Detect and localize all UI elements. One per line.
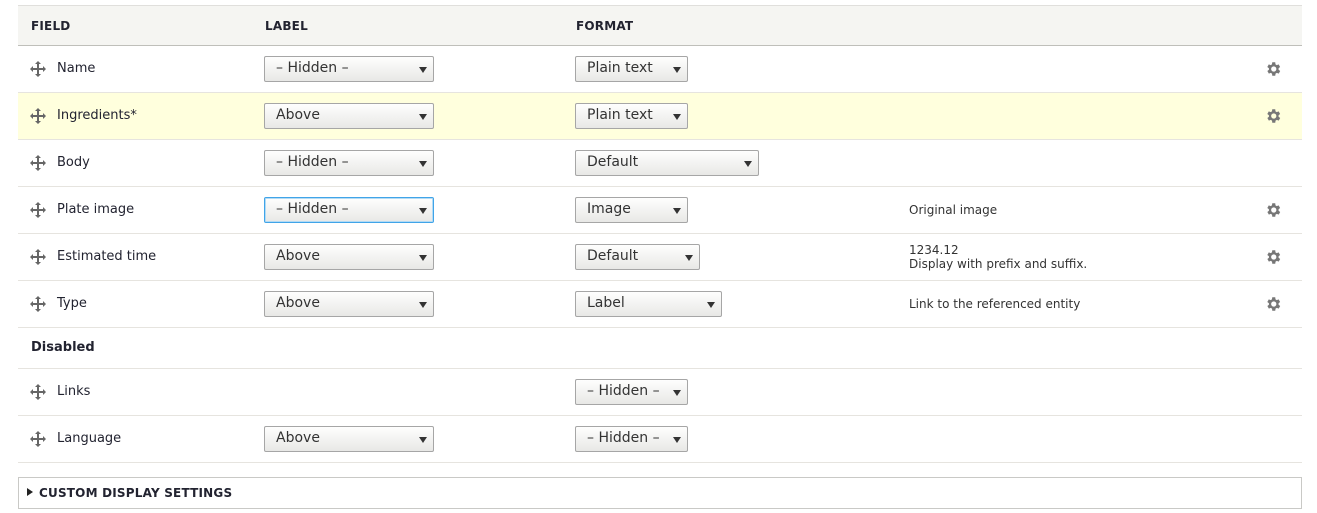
- field-name: Type: [57, 296, 87, 311]
- table-row: Estimated time Above Default 1234.12 Dis…: [18, 234, 1302, 281]
- drag-handle-icon[interactable]: [30, 108, 46, 124]
- table-row: Language Above – Hidden –: [18, 416, 1302, 463]
- label-select[interactable]: Above: [264, 103, 434, 129]
- column-header-format: FORMAT: [576, 19, 634, 33]
- chevron-down-icon: [673, 67, 681, 73]
- chevron-down-icon: [419, 161, 427, 167]
- field-display-table: FIELD LABEL FORMAT Name – Hidden – Plain…: [18, 5, 1302, 463]
- custom-display-settings: CUSTOM DISPLAY SETTINGS: [18, 477, 1302, 509]
- table-row: Ingredients* Above Plain text: [18, 93, 1302, 140]
- chevron-down-icon: [419, 255, 427, 261]
- chevron-down-icon: [673, 208, 681, 214]
- field-name: Plate image: [57, 202, 135, 217]
- column-header-field: FIELD: [31, 19, 71, 33]
- label-select[interactable]: – Hidden –: [264, 197, 434, 223]
- drag-handle-icon[interactable]: [30, 296, 46, 312]
- format-select[interactable]: Default: [575, 150, 759, 176]
- field-name: Language: [57, 431, 122, 446]
- chevron-down-icon: [419, 208, 427, 214]
- format-select[interactable]: – Hidden –: [575, 379, 688, 405]
- field-name: Links: [57, 384, 91, 399]
- label-select[interactable]: Above: [264, 426, 434, 452]
- format-select[interactable]: Plain text: [575, 56, 688, 82]
- field-name: Estimated time: [57, 249, 157, 264]
- drag-handle-icon[interactable]: [30, 61, 46, 77]
- custom-display-settings-label: CUSTOM DISPLAY SETTINGS: [39, 486, 233, 500]
- drag-handle-icon[interactable]: [30, 155, 46, 171]
- chevron-down-icon: [419, 67, 427, 73]
- drag-handle-icon[interactable]: [30, 249, 46, 265]
- label-select[interactable]: – Hidden –: [264, 56, 434, 82]
- format-select[interactable]: Image: [575, 197, 688, 223]
- drag-handle-icon[interactable]: [30, 431, 46, 447]
- label-select[interactable]: Above: [264, 291, 434, 317]
- custom-display-settings-toggle[interactable]: CUSTOM DISPLAY SETTINGS: [27, 486, 232, 500]
- table-row: Plate image – Hidden – Image Original im…: [18, 187, 1302, 234]
- gear-icon[interactable]: [1264, 295, 1282, 313]
- table-row: Body – Hidden – Default: [18, 140, 1302, 187]
- chevron-down-icon: [707, 302, 715, 308]
- table-row: Type Above Label Link to the referenced …: [18, 281, 1302, 328]
- chevron-down-icon: [419, 437, 427, 443]
- format-summary: Original image: [909, 203, 998, 217]
- label-select[interactable]: – Hidden –: [264, 150, 434, 176]
- table-row: Links – Hidden –: [18, 369, 1302, 416]
- region-disabled: Disabled: [18, 328, 1302, 369]
- format-select[interactable]: Default: [575, 244, 700, 270]
- gear-icon[interactable]: [1264, 201, 1282, 219]
- gear-icon[interactable]: [1264, 248, 1282, 266]
- label-select[interactable]: Above: [264, 244, 434, 270]
- chevron-down-icon: [673, 390, 681, 396]
- region-title: Disabled: [31, 340, 95, 355]
- field-name: Body: [57, 155, 90, 170]
- gear-icon[interactable]: [1264, 107, 1282, 125]
- format-summary-value: 1234.12: [909, 243, 959, 257]
- chevron-down-icon: [744, 161, 752, 167]
- drag-handle-icon[interactable]: [30, 202, 46, 218]
- chevron-down-icon: [685, 255, 693, 261]
- column-header-label: LABEL: [265, 19, 308, 33]
- chevron-down-icon: [673, 114, 681, 120]
- table-header: FIELD LABEL FORMAT: [18, 5, 1302, 46]
- format-summary: Link to the referenced entity: [909, 297, 1081, 311]
- format-select[interactable]: Label: [575, 291, 722, 317]
- format-select[interactable]: – Hidden –: [575, 426, 688, 452]
- format-summary-detail: Display with prefix and suffix.: [909, 257, 1088, 271]
- table-row: Name – Hidden – Plain text: [18, 46, 1302, 93]
- gear-icon[interactable]: [1264, 60, 1282, 78]
- drag-handle-icon[interactable]: [30, 384, 46, 400]
- format-select[interactable]: Plain text: [575, 103, 688, 129]
- field-name: Ingredients*: [57, 108, 137, 123]
- chevron-down-icon: [673, 437, 681, 443]
- field-name: Name: [57, 61, 96, 76]
- chevron-down-icon: [419, 114, 427, 120]
- chevron-down-icon: [419, 302, 427, 308]
- caret-right-icon: [27, 488, 33, 496]
